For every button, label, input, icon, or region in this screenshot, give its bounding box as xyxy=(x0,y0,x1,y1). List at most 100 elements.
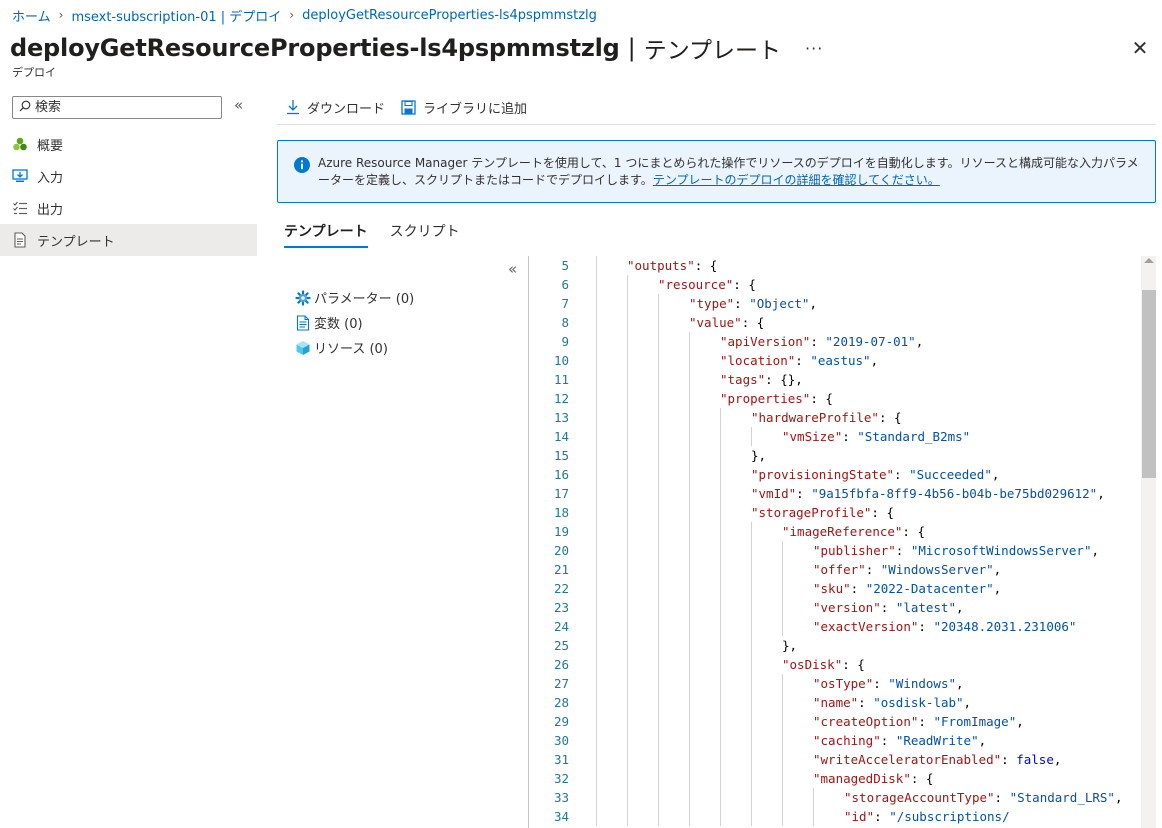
line-number: 32 xyxy=(553,771,569,786)
line-number: 10 xyxy=(553,353,569,368)
code-line: 11 "tags": {}, xyxy=(529,370,1129,389)
info-banner-link[interactable]: テンプレートのデプロイの詳細を確認してください。 xyxy=(653,173,940,187)
code-line: 34 "id": "/subscriptions/ xyxy=(529,807,1129,826)
template-code-editor[interactable]: 5 "outputs": {6 "resource": {7 "type": "Obj… xyxy=(528,256,1156,828)
sidebar-item-template[interactable]: テンプレート xyxy=(0,224,257,256)
info-icon xyxy=(294,157,310,177)
more-actions-button[interactable]: ··· xyxy=(805,39,823,58)
close-button[interactable]: ✕ xyxy=(1128,36,1152,60)
line-number: 34 xyxy=(553,809,569,824)
download-button[interactable]: ダウンロード xyxy=(286,98,385,117)
json-key: provisioningState xyxy=(758,467,887,482)
outline-item-label: 変数 (0) xyxy=(314,317,363,332)
outline-item-resources[interactable]: リソース (0) xyxy=(295,335,414,360)
json-key: id xyxy=(851,809,867,824)
add-to-library-button[interactable]: ライブラリに追加 xyxy=(401,98,527,117)
code-text: "hardwareProfile": { xyxy=(751,410,902,425)
code-text: "storageProfile": { xyxy=(751,505,894,520)
json-key: storageProfile xyxy=(758,505,864,520)
line-number: 16 xyxy=(553,467,569,482)
sidebar-item-overview[interactable]: 概要 xyxy=(0,128,257,160)
line-number: 30 xyxy=(553,733,569,748)
code-text: "apiVersion": "2019-07-01", xyxy=(720,334,924,349)
collapse-sidebar-button[interactable]: « xyxy=(234,96,243,114)
chevron-right-icon: › xyxy=(289,8,295,22)
code-text: "createOption": "FromImage", xyxy=(813,714,1024,729)
line-number: 18 xyxy=(553,505,569,520)
code-line: 21 "offer": "WindowsServer", xyxy=(529,560,1129,579)
line-number: 5 xyxy=(561,258,569,273)
tab-script[interactable]: スクリプト xyxy=(390,216,460,246)
code-text: "storageAccountType": "Standard_LRS", xyxy=(844,790,1123,805)
code-line: 10 "location": "eastus", xyxy=(529,351,1129,370)
json-key: writeAcceleratorEnabled xyxy=(820,752,994,767)
line-number: 24 xyxy=(553,619,569,634)
indent-guide xyxy=(658,294,659,826)
line-number: 29 xyxy=(553,714,569,729)
json-value: "WindowsServer" xyxy=(880,562,994,577)
line-number: 27 xyxy=(553,676,569,691)
json-key: vmSize xyxy=(789,429,835,444)
line-number: 19 xyxy=(553,524,569,539)
outline-item-variables[interactable]: 変数 (0) xyxy=(295,310,414,335)
code-line: 6 "resource": { xyxy=(529,275,1129,294)
code-line: 31 "writeAcceleratorEnabled": false, xyxy=(529,750,1129,769)
scroll-up-icon[interactable] xyxy=(1144,258,1154,263)
json-value: "2019-07-01" xyxy=(825,334,916,349)
breadcrumb-subscription-link[interactable]: msext-subscription-01 | デプロイ xyxy=(71,6,281,25)
json-key: outputs xyxy=(634,258,688,273)
code-text: "publisher": "MicrosoftWindowsServer", xyxy=(813,543,1100,558)
code-line: 16 "provisioningState": "Succeeded", xyxy=(529,465,1129,484)
breadcrumb-home-link[interactable]: ホーム xyxy=(12,6,51,25)
tab-list: テンプレート スクリプト xyxy=(284,216,482,248)
json-value: "Standard_LRS" xyxy=(1009,790,1115,805)
sidebar-item-label: 入力 xyxy=(37,170,64,186)
indent-guide xyxy=(782,674,783,826)
code-text: "tags": {}, xyxy=(720,372,803,387)
code-text: "id": "/subscriptions/ xyxy=(844,809,1010,824)
code-line: 20 "publisher": "MicrosoftWindowsServer", xyxy=(529,541,1129,560)
code-line: 15}, xyxy=(529,446,1129,465)
indent-guide xyxy=(751,522,752,826)
code-text: "name": "osdisk-lab", xyxy=(813,695,972,710)
tab-template[interactable]: テンプレート xyxy=(284,216,368,248)
sidebar-item-label: 出力 xyxy=(37,202,64,218)
resources-icon xyxy=(295,340,311,356)
editor-scrollbar-thumb[interactable] xyxy=(1142,290,1156,478)
code-text: "managedDisk": { xyxy=(813,771,934,786)
code-line: 26 "osDisk": { xyxy=(529,655,1129,674)
code-text: "caching": "ReadWrite", xyxy=(813,733,987,748)
code-text: "writeAcceleratorEnabled": false, xyxy=(813,752,1062,767)
json-key: osType xyxy=(820,676,866,691)
outline-item-label: パラメーター (0) xyxy=(314,292,415,307)
sidebar-item-outputs[interactable]: 出力 xyxy=(0,192,257,224)
search-input[interactable] xyxy=(35,100,215,115)
info-banner: Azure Resource Manager テンプレートを使用して、1 つにま… xyxy=(277,140,1156,203)
json-value: "eastus" xyxy=(810,353,871,368)
code-line: 5 "outputs": { xyxy=(529,256,1129,275)
line-number: 20 xyxy=(553,543,569,558)
json-key: tags xyxy=(727,372,758,387)
json-key: name xyxy=(820,695,851,710)
json-value: "9a15fbfa-8ff9-4b56-b04b-be75bd029612" xyxy=(811,486,1098,501)
search-box[interactable] xyxy=(12,96,222,119)
json-key: caching xyxy=(820,733,874,748)
sidebar-item-inputs[interactable]: 入力 xyxy=(0,160,257,192)
collapse-outline-button[interactable]: « xyxy=(508,260,517,278)
outline-item-parameters[interactable]: パラメーター (0) xyxy=(295,285,414,310)
line-number: 6 xyxy=(561,277,569,292)
page-title-name: deployGetResourceProperties-ls4pspmmstzl… xyxy=(10,34,620,62)
breadcrumb-deployment-link[interactable]: deployGetResourceProperties-ls4pspmmstzl… xyxy=(302,8,597,23)
line-number: 14 xyxy=(553,429,569,444)
code-text: "provisioningState": "Succeeded", xyxy=(751,467,1000,482)
code-text: "vmSize": "Standard_B2ms" xyxy=(782,429,971,444)
code-line: 32 "managedDisk": { xyxy=(529,769,1129,788)
code-line: 33 "storageAccountType": "Standard_LRS", xyxy=(529,788,1129,807)
json-value: "ReadWrite" xyxy=(895,733,979,748)
code-text: "type": "Object", xyxy=(689,296,817,311)
json-key: version xyxy=(820,600,874,615)
save-icon xyxy=(401,99,416,115)
code-text: "resource": { xyxy=(658,277,756,292)
page-title-section: テンプレート xyxy=(643,38,782,64)
page-title: deployGetResourceProperties-ls4pspmmstzl… xyxy=(10,30,823,66)
